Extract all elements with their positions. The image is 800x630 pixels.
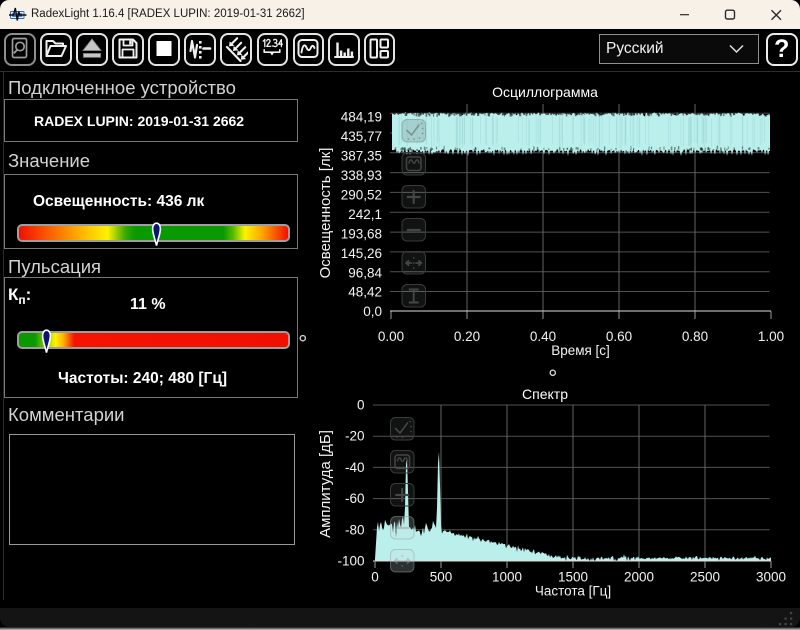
- svg-text:435,77: 435,77: [341, 129, 382, 144]
- svg-text:-20: -20: [345, 429, 365, 444]
- svg-text:96,84: 96,84: [348, 265, 382, 280]
- svg-text:290,52: 290,52: [341, 187, 382, 202]
- svg-text:2500: 2500: [690, 570, 720, 585]
- svg-text:-40: -40: [345, 460, 365, 475]
- svg-text:484,19: 484,19: [341, 110, 382, 125]
- svg-text:-80: -80: [345, 522, 365, 537]
- svg-text:3000: 3000: [756, 570, 786, 585]
- svg-text:Амплитуда [дБ]: Амплитуда [дБ]: [317, 430, 334, 538]
- svg-text:0.60: 0.60: [606, 329, 632, 344]
- svg-text:0.40: 0.40: [530, 329, 556, 344]
- svg-text:0.00: 0.00: [378, 329, 404, 344]
- svg-text:387,35: 387,35: [341, 148, 382, 163]
- svg-text:Частота [Гц]: Частота [Гц]: [535, 584, 611, 599]
- svg-text:Освещенность [лк]: Освещенность [лк]: [317, 148, 334, 279]
- svg-text:Время [с]: Время [с]: [551, 343, 610, 358]
- svg-text:0.80: 0.80: [682, 329, 708, 344]
- svg-text:0: 0: [357, 398, 365, 413]
- svg-text:193,68: 193,68: [341, 226, 382, 241]
- svg-text:0.20: 0.20: [454, 329, 480, 344]
- svg-text:-60: -60: [345, 491, 365, 506]
- svg-text:1000: 1000: [492, 570, 522, 585]
- svg-text:338,93: 338,93: [341, 168, 382, 183]
- svg-text:Осциллограмма: Осциллограмма: [492, 84, 598, 100]
- svg-text:1500: 1500: [558, 570, 588, 585]
- svg-text:0,0: 0,0: [363, 304, 382, 319]
- svg-text:145,26: 145,26: [341, 246, 382, 261]
- svg-text:48,42: 48,42: [348, 285, 382, 300]
- svg-text:Спектр: Спектр: [522, 386, 568, 402]
- svg-text:1.00: 1.00: [758, 329, 784, 344]
- svg-text:0: 0: [371, 570, 379, 585]
- svg-text:242,1: 242,1: [348, 207, 382, 222]
- svg-text:500: 500: [430, 570, 453, 585]
- svg-text:2000: 2000: [624, 570, 654, 585]
- svg-text:-100: -100: [337, 554, 364, 569]
